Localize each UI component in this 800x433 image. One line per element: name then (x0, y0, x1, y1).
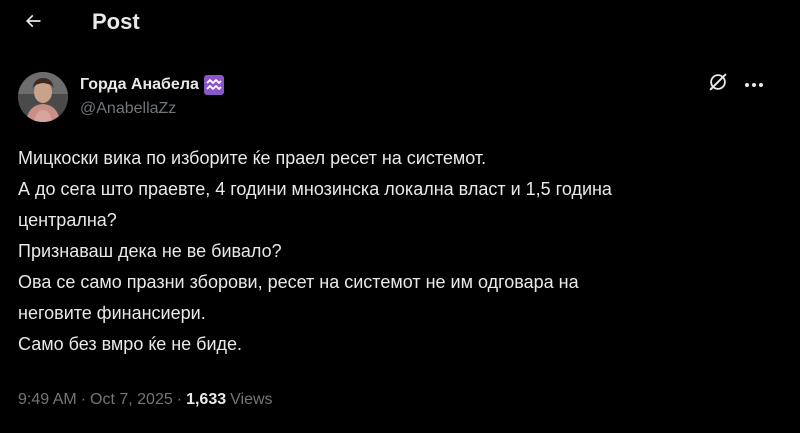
post-text-line: Признаваш дека не ве бивало? (18, 241, 282, 261)
author-display-name[interactable]: Горда Анабела (80, 76, 199, 94)
post-author-row: Горда Анабела @AnabellaZz (18, 72, 782, 126)
page-title: Post (92, 9, 140, 34)
back-button[interactable] (16, 6, 50, 40)
grok-icon (707, 71, 729, 98)
views-count: 1,633 (186, 391, 227, 408)
author-name-wrap: Горда Анабела (80, 74, 224, 96)
post-header: Post (0, 0, 800, 46)
meta-separator: · (80, 391, 87, 408)
post-text-line: неговите финансиери. (18, 303, 206, 323)
post-text-line: централна? (18, 210, 117, 230)
grok-button[interactable] (706, 72, 730, 96)
post-text-line: Ова се само празни зборови, ресет на сис… (18, 272, 579, 292)
avatar[interactable] (18, 72, 68, 122)
post-text-line: А до сега што праевте, 4 години мнозинск… (18, 179, 612, 199)
meta-separator: · (176, 391, 183, 408)
post-date[interactable]: Oct 7, 2025 (90, 391, 173, 409)
post-time[interactable]: 9:49 AM (18, 391, 77, 409)
more-horizontal-icon (744, 75, 764, 93)
post-text: Мицкоски вика по изборите ќе праел ресет… (18, 143, 758, 360)
views-label: Views (230, 391, 273, 408)
more-options-button[interactable] (740, 72, 768, 96)
post-text-line: Мицкоски вика по изборите ќе праел ресет… (18, 148, 487, 168)
aquarius-sign-icon (203, 75, 224, 95)
author-handle[interactable]: @AnabellaZz (80, 100, 176, 118)
post-text-line: Само без вмро ќе не биде. (18, 334, 243, 354)
post-metadata: 9:49 AM · Oct 7, 2025 · 1,633 Views (18, 386, 273, 414)
arrow-left-icon (23, 11, 43, 36)
